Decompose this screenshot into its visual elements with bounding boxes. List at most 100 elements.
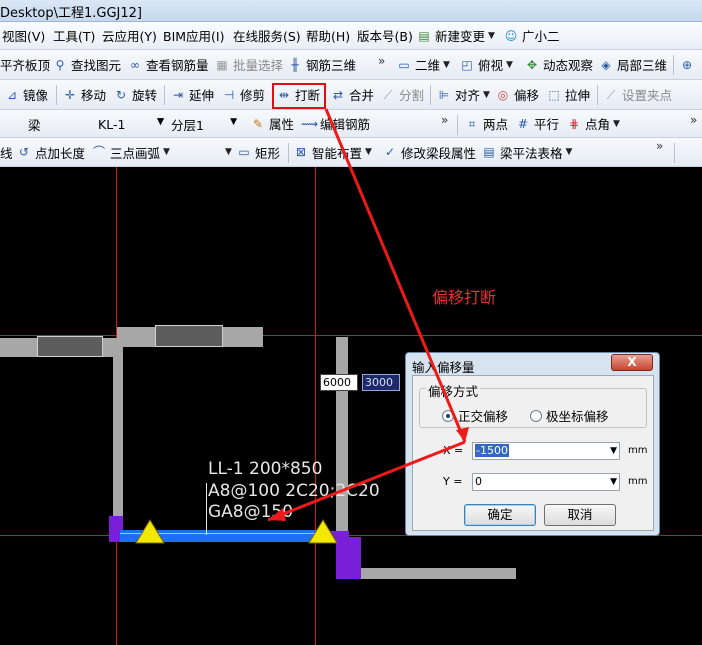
wall-opening [155,325,223,347]
set-grip-button[interactable]: ⟋ 设置夹点 [603,80,672,109]
selected-beam[interactable] [120,530,330,542]
chevron-down-icon[interactable]: ▼ [610,474,617,490]
wall-segment[interactable] [113,345,123,530]
point-extend-button[interactable]: ↺ 点加长度 [16,138,85,166]
merge-button[interactable]: ⇄ 合并 [330,80,374,109]
offset-button[interactable]: ◎ 偏移 [495,80,539,109]
wall-segment[interactable] [336,337,348,532]
split-icon: ⟋ [383,87,393,102]
rectangle-button[interactable]: ▭ 矩形 [236,138,280,166]
top-view-label: 俯视 [478,58,504,73]
element-type-value: 梁 [28,118,41,133]
view-2d-dropdown[interactable]: ▭ 二维 ▼ [396,50,450,79]
more-icon[interactable]: » [656,139,663,153]
radio-polar[interactable]: 极坐标偏移 [530,406,609,425]
three-point-arc-dropdown[interactable]: ⌒ 三点画弧 ▼ [91,138,170,166]
rotate-button[interactable]: ↻ 旋转 [113,80,157,109]
parallel-button[interactable]: # 平行 [515,110,559,137]
y-label: Y = [443,475,463,488]
view-2d-icon: ▭ [398,57,410,72]
toolbar-element: 梁 KL-1 ▼ ▼ 分层1 ▼ ✎ 属性 ⟿ 编辑钢筋 » ⌗ 两点 # 平行… [0,110,702,138]
modify-span-props-button[interactable]: ✓ 修改梁段属性 [382,138,476,166]
menu-tools[interactable]: 工具(T) [53,22,95,49]
parallel-icon: # [517,116,529,131]
find-element-button[interactable]: ⚲ 查找图元 [52,50,121,79]
break-button-highlight [272,83,326,109]
length-input-right[interactable]: 3000 [362,374,400,391]
y-offset-input[interactable]: 0 ▼ [472,473,620,491]
rectangle-icon: ▭ [238,145,250,159]
rebar-3d-label: 钢筋三维 [306,58,357,73]
element-type-select[interactable]: 梁 [14,114,84,135]
dialog-body: 偏移方式 正交偏移 极坐标偏移 X = -1500 ▼ mm Y = 0 ▼ m… [412,375,654,531]
new-change-button[interactable]: ▤ 新建变更 ▼ [416,22,495,49]
menu-cloud[interactable]: 云应用(Y) [102,22,157,49]
stretch-button[interactable]: ⬚ 拉伸 [546,80,590,109]
trim-button[interactable]: ⊣ 修剪 [221,80,265,109]
menu-online[interactable]: 在线服务(S) [233,22,301,49]
point-angle-label: 点角 [585,117,611,132]
chevron-down-icon: ▼ [157,117,164,127]
more-icon[interactable]: » [378,54,385,68]
split-button[interactable]: ⟋ 分割 [380,80,424,109]
properties-icon: ✎ [252,116,264,131]
radio-selected-icon [442,409,454,422]
extend-button[interactable]: ⇥ 延伸 [170,80,214,109]
radio-orthogonal[interactable]: 正交偏移 [442,406,508,425]
chevron-down-icon[interactable]: ▼ [225,147,232,157]
more-icon[interactable]: » [441,113,448,127]
align-top-button[interactable]: 平齐板顶 [0,50,50,79]
move-button[interactable]: ✛ 移动 [62,80,106,109]
chevron-down-icon: ▼ [488,30,495,41]
assistant-label: 广小二 [522,29,560,44]
chevron-down-icon[interactable]: ▼ [610,443,617,459]
length-input-left[interactable]: 6000 [320,374,358,391]
two-points-button[interactable]: ⌗ 两点 [464,110,508,137]
trim-icon: ⊣ [223,87,235,102]
zoom-icon[interactable]: ⊕ [679,50,698,79]
offset-mode-label: 偏移方式 [426,381,481,400]
ok-button[interactable]: 确定 [464,504,536,526]
view-rebar-qty-button[interactable]: ∞ 查看钢筋量 [127,50,209,79]
radio-unselected-icon [530,409,542,422]
set-grip-label: 设置夹点 [622,88,673,103]
mirror-button[interactable]: ⊿ 镜像 [4,80,48,109]
point-angle-dropdown[interactable]: ⋕ 点角 ▼ [566,110,620,137]
view-rebar-qty-label: 查看钢筋量 [146,58,209,73]
edit-rebar-icon: ⟿ [301,116,319,131]
close-button[interactable]: X [611,354,653,371]
top-view-dropdown[interactable]: ◰ 俯视 ▼ [459,50,513,79]
menu-help[interactable]: 帮助(H) [306,22,350,49]
toolbar-view: 平齐板顶 ⚲ 查找图元 ∞ 查看钢筋量 ▦ 批量选择 ╫ 钢筋三维 » ▭ 二维… [0,50,702,80]
x-offset-value: -1500 [475,444,509,457]
wall-segment[interactable] [344,568,516,579]
floor-select[interactable]: ▼ 分层1 ▼ [155,114,239,135]
properties-button[interactable]: ✎ 属性 [250,110,294,137]
menu-version[interactable]: 版本号(B) [357,22,413,49]
align-dropdown[interactable]: ⊫ 对齐 ▼ [436,80,490,109]
x-label: X = [443,444,464,457]
beam-table-dropdown[interactable]: ▤ 梁平法表格 ▼ [481,138,572,166]
toolbar-draw: 线 ↺ 点加长度 ⌒ 三点画弧 ▼ ▼ ▭ 矩形 ⊠ 智能布置 ▼ ✓ 修改梁段… [0,138,702,167]
line-button[interactable]: 线 [0,138,13,166]
new-change-label: 新建变更 [435,29,486,44]
x-offset-input[interactable]: -1500 ▼ [472,442,620,460]
assistant-button[interactable]: ☺ 广小二 [503,22,560,49]
batch-select-button[interactable]: ▦ 批量选择 [214,50,283,79]
more-icon[interactable]: » [690,113,697,127]
batch-select-label: 批量选择 [233,58,284,73]
edit-rebar-button[interactable]: ⟿ 编辑钢筋 [301,110,370,137]
smart-layout-dropdown[interactable]: ⊠ 智能布置 ▼ [293,138,372,166]
menu-bim[interactable]: BIM应用(I) [163,22,225,49]
properties-label: 属性 [269,117,295,132]
cancel-button[interactable]: 取消 [544,504,616,526]
dynamic-observe-button[interactable]: ✥ 动态观察 [524,50,593,79]
beam-label-line: GA8@150 [208,502,294,522]
menu-view[interactable]: 视图(V) [2,22,45,49]
point-extend-icon: ↺ [18,145,30,159]
local-3d-button[interactable]: ◈ 局部三维 [598,50,667,79]
rebar-3d-button[interactable]: ╫ 钢筋三维 [287,50,356,79]
chevron-down-icon: ▼ [365,147,372,157]
beam-corner[interactable] [336,537,361,579]
cube-icon: ◰ [461,57,473,72]
